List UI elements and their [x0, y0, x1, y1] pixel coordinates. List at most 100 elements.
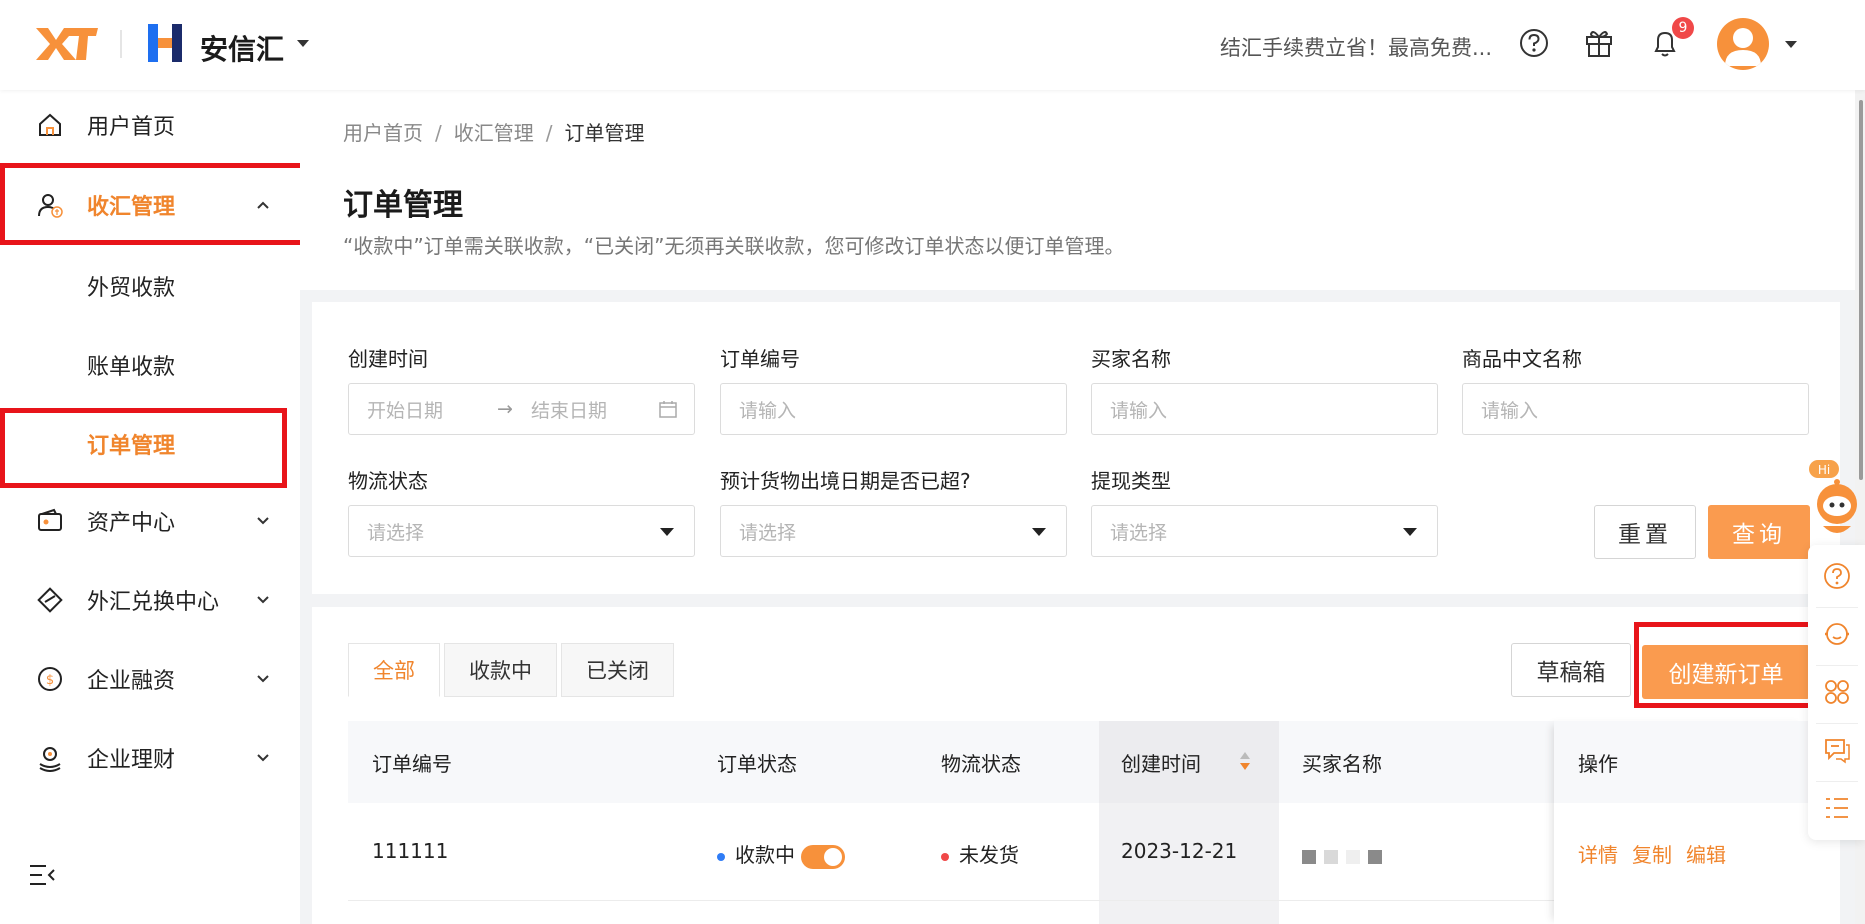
sidebar-item-label: 用户首页: [87, 115, 176, 140]
list-icon[interactable]: [1822, 793, 1852, 823]
page-description: “收款中”订单需关联收款，“已关闭”无须再关联收款，您可修改订单状态以便订单管理…: [343, 234, 1125, 258]
floating-toolbar: [1808, 545, 1865, 840]
sidebar-subitem-bill-receipt[interactable]: 账单收款: [87, 349, 175, 381]
logistics-status-text: 未发货: [959, 843, 1019, 867]
dropdown-arrow-icon: [1032, 528, 1046, 536]
tab-all[interactable]: 全部: [348, 643, 440, 697]
copy-link[interactable]: 复制: [1632, 843, 1672, 867]
help-icon[interactable]: [1822, 561, 1852, 591]
wealth-icon: [39, 747, 61, 772]
toolbar-divider: [1816, 607, 1858, 608]
sidebar-item-wealth[interactable]: 企业理财: [0, 723, 300, 793]
coin-icon: $: [38, 667, 62, 691]
column-header-operation: 操作: [1578, 752, 1618, 776]
sidebar-item-home[interactable]: 用户首页: [0, 90, 300, 160]
gift-icon[interactable]: [1582, 26, 1616, 60]
column-header-buyer-name: 买家名称: [1302, 752, 1382, 776]
logistics-status-select[interactable]: 请选择: [348, 505, 695, 557]
breadcrumb-item-home[interactable]: 用户首页: [343, 121, 423, 145]
sidebar-item-financing[interactable]: $ 企业融资: [0, 644, 300, 714]
withdraw-type-label: 提现类型: [1091, 469, 1171, 493]
chat-icon[interactable]: [1822, 735, 1852, 765]
toolbar-divider: [1816, 781, 1858, 782]
tab-collecting[interactable]: 收款中: [444, 643, 557, 697]
sidebar-item-assets[interactable]: 资产中心: [0, 486, 300, 556]
svg-text:$: $: [46, 673, 54, 688]
chevron-down-icon[interactable]: [256, 593, 270, 607]
wallet-icon: [38, 508, 62, 531]
edit-link[interactable]: 编辑: [1686, 843, 1726, 867]
user-icon: [1725, 28, 1761, 66]
status-dot: [941, 852, 949, 861]
toolbar-divider: [1816, 665, 1858, 666]
user-avatar[interactable]: [1717, 18, 1769, 70]
cell-order-no: 111111: [372, 839, 449, 863]
column-header-created-time[interactable]: 创建时间: [1121, 748, 1201, 777]
customer-service-icon[interactable]: [1822, 619, 1852, 649]
dropdown-arrow-icon: [1403, 528, 1417, 536]
calendar-icon[interactable]: [658, 399, 678, 419]
masked-text: [1302, 849, 1316, 864]
column-header-order-status: 订单状态: [717, 752, 797, 776]
column-header-logistics-status: 物流状态: [941, 752, 1021, 776]
created-time-label: 创建时间: [348, 347, 428, 371]
query-button[interactable]: 查询: [1708, 505, 1810, 559]
brand-name[interactable]: 安信汇: [200, 28, 284, 68]
date-range-arrow: →: [497, 398, 513, 420]
anxinhui-logo[interactable]: [146, 22, 184, 64]
sidebar-item-fx-exchange[interactable]: 外汇兑换中心: [0, 565, 300, 635]
drafts-button[interactable]: 草稿箱: [1511, 643, 1631, 697]
cell-logistics-status: 未发货: [941, 839, 1019, 868]
product-name-input[interactable]: 请输入: [1462, 383, 1809, 435]
promo-text[interactable]: 结汇手续费立省！最高免费...: [1220, 32, 1492, 62]
logistics-status-label: 物流状态: [348, 469, 428, 493]
cell-order-status: 收款中: [717, 839, 845, 869]
detail-link[interactable]: 详情: [1578, 843, 1618, 867]
breadcrumb-separator: /: [435, 121, 442, 145]
exchange-icon: [37, 587, 63, 613]
status-dot: [717, 852, 725, 861]
mascot-assistant-icon[interactable]: Hi: [1803, 458, 1865, 546]
chevron-down-icon[interactable]: [256, 751, 270, 765]
date-range-picker[interactable]: 开始日期 → 结束日期: [348, 383, 695, 435]
breadcrumb-item-receipts[interactable]: 收汇管理: [454, 121, 534, 145]
status-toggle[interactable]: [801, 844, 845, 869]
chevron-down-icon[interactable]: [256, 672, 270, 686]
collapse-menu-icon[interactable]: [28, 862, 56, 888]
select-placeholder: 请选择: [367, 521, 425, 544]
order-status-text: 收款中: [735, 843, 795, 867]
dropdown-arrow-icon: [660, 528, 674, 536]
start-date-input[interactable]: 开始日期: [367, 396, 443, 423]
apps-grid-icon[interactable]: [1822, 677, 1852, 707]
breadcrumb-separator: /: [545, 121, 553, 145]
chevron-down-icon[interactable]: [256, 514, 270, 528]
order-no-input[interactable]: 请输入: [720, 383, 1067, 435]
buyer-name-input[interactable]: 请输入: [1091, 383, 1438, 435]
overdue-label: 预计货物出境日期是否已超?: [720, 469, 971, 493]
logo-divider: [120, 30, 122, 58]
sort-icon[interactable]: [1238, 750, 1252, 772]
select-placeholder: 请选择: [739, 521, 797, 544]
reset-button[interactable]: 重置: [1594, 505, 1696, 559]
scrollbar-thumb[interactable]: [1859, 100, 1863, 480]
tab-closed[interactable]: 已关闭: [561, 643, 674, 697]
operation-column: 操作 详情 复制 编辑: [1554, 721, 1808, 924]
caret-down-icon[interactable]: [297, 40, 309, 47]
highlight-box: [0, 163, 306, 245]
overdue-select[interactable]: 请选择: [720, 505, 1067, 557]
end-date-input[interactable]: 结束日期: [531, 396, 607, 423]
xt-logo[interactable]: [34, 22, 98, 66]
caret-down-icon[interactable]: [1785, 41, 1797, 48]
sidebar-subitem-trade-receipt[interactable]: 外贸收款: [87, 270, 175, 302]
sidebar-item-label: 企业理财: [87, 748, 176, 773]
withdraw-type-select[interactable]: 请选择: [1091, 505, 1438, 557]
home-icon: [39, 113, 61, 136]
cell-created-time: 2023-12-21: [1121, 839, 1238, 863]
order-no-label: 订单编号: [720, 347, 800, 371]
notification-badge: 9: [1672, 17, 1694, 39]
help-icon[interactable]: [1517, 26, 1551, 60]
column-header-order-no: 订单编号: [372, 752, 452, 776]
masked-text: [1346, 849, 1360, 864]
toolbar-divider: [1816, 723, 1858, 724]
sidebar-item-label: 企业融资: [87, 669, 176, 694]
